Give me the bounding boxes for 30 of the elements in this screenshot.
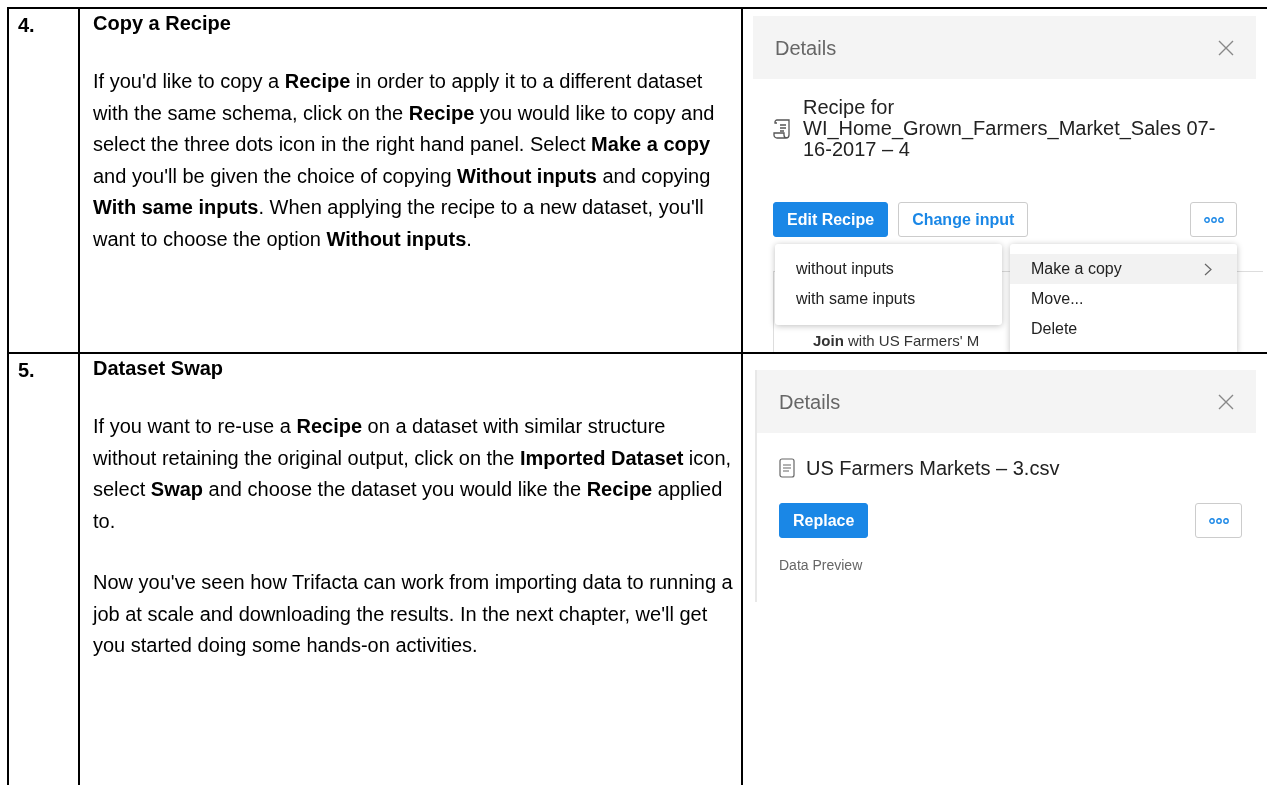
dataset-name: US Farmers Markets – 3.csv	[806, 456, 1060, 481]
panel-title: Details	[779, 389, 841, 415]
more-options-button[interactable]	[1190, 202, 1237, 237]
scroll-icon	[773, 117, 793, 140]
step-title: Dataset Swap	[93, 356, 225, 381]
step-number: 5.	[18, 359, 35, 381]
step-paragraph: If you'd like to copy a Recipe in order to apply it to a different dataset with the same schema, click on the Recipe you would like to copy and select the three dots icon in the right hand panel. Select Make a copy and you'll be given the choice of copying Without inputs and copying With same inputs. When applying the recipe to a new dataset, you'll want to choose the option Without inputs.	[93, 69, 716, 252]
panel-title: Details	[775, 35, 837, 61]
menu-item[interactable]: Make a copy	[1010, 254, 1237, 284]
menu-item[interactable]: without inputs	[775, 254, 1002, 284]
recipe-step: Join with US Farmers' M	[813, 330, 980, 352]
action-button[interactable]: Replace	[779, 503, 869, 538]
section-label: Data Preview	[778, 556, 864, 575]
document-icon	[779, 458, 795, 478]
three-dots-icon	[1208, 517, 1229, 524]
menu-item[interactable]: Delete	[1010, 314, 1237, 344]
action-button[interactable]: Change input	[898, 202, 1029, 237]
menu-item[interactable]: with same inputs	[775, 284, 1002, 314]
recipe-name: Recipe for WI_Home_Grown_Farmers_Market_Sales 07-16-2017 – 4	[803, 97, 1217, 160]
more-options-button[interactable]	[1195, 503, 1242, 538]
menu-item[interactable]: Move...	[1010, 284, 1237, 314]
three-dots-icon	[1203, 216, 1224, 223]
step-paragraph: Now you've seen how Trifacta can work from importing data to running a job at scale and downloading the results. In the next chapter, we'll get you started doing some hands-on activities.	[93, 570, 733, 658]
step-paragraph: If you want to re-use a Recipe on a dataset with similar structure without retaining the original output, click on the Imported Dataset icon, select Swap and choose the dataset you would like the Recipe applied to.	[93, 414, 733, 534]
step-title: Copy a Recipe	[93, 11, 232, 36]
action-button[interactable]: Edit Recipe	[773, 202, 889, 237]
close-icon[interactable]	[1218, 39, 1234, 56]
chevron-right-icon	[1204, 262, 1212, 276]
close-icon[interactable]	[1218, 393, 1234, 410]
step-number: 4.	[18, 14, 35, 36]
